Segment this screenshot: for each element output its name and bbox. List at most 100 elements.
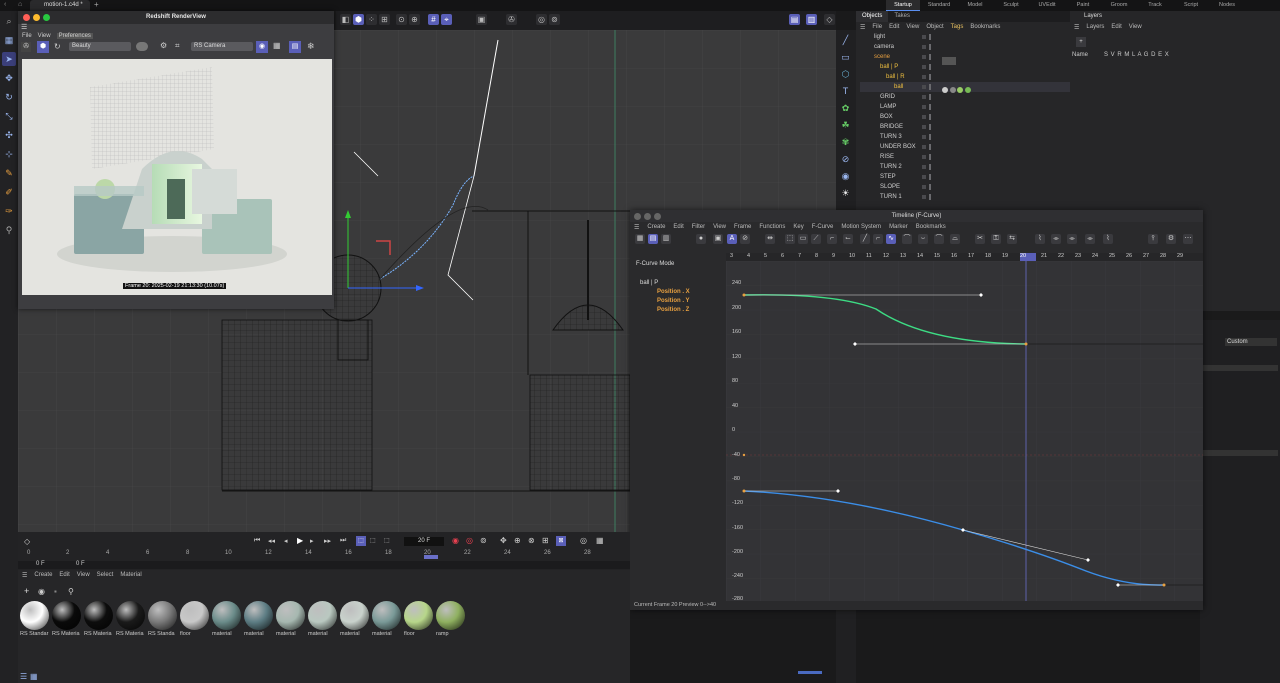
menu-hamburger-icon[interactable]: ☰ [634, 224, 639, 231]
object-row[interactable]: scene [860, 52, 1070, 62]
enable-toggle[interactable] [929, 94, 931, 100]
menu-item[interactable]: F-Curve [812, 224, 834, 230]
dopesheet-icon[interactable]: ▦ [635, 234, 645, 244]
command-icon[interactable]: ▦ [2, 33, 16, 47]
tab-objects[interactable]: Objects [856, 11, 889, 22]
layout-tab[interactable]: Sculpt [994, 0, 1028, 11]
visibility-toggle[interactable] [922, 75, 926, 79]
tangent-unify-icon[interactable]: ⇆ [1007, 234, 1017, 244]
menu-item[interactable]: Functions [759, 224, 785, 230]
frame-ruler[interactable]: 3 4 5 6 7 8 9 10 11 12 13 14 15 16 17 18… [726, 253, 1203, 261]
transform-icon[interactable]: ⊹ [2, 147, 16, 161]
track-row[interactable]: Position . X [657, 289, 690, 295]
prev-frame-icon[interactable]: ◂ [284, 537, 288, 545]
layout-tab[interactable]: Nodes [1210, 0, 1244, 11]
search-icon[interactable]: ⌕ [2, 14, 16, 28]
menu-item[interactable]: Filter [692, 224, 705, 230]
range-bar[interactable]: 0 F 0 F [18, 561, 630, 569]
minimize-icon[interactable] [644, 213, 651, 220]
goto-end-icon[interactable]: ⏭ [340, 537, 346, 545]
grid-icon[interactable]: ▦ [273, 41, 281, 50]
menu-item[interactable]: Edit [673, 224, 683, 230]
material-swatch[interactable] [84, 601, 113, 630]
add-layer-icon[interactable]: + [1076, 37, 1086, 47]
track-row[interactable]: Position . Y [657, 298, 690, 304]
view-icon[interactable]: ◇ [824, 14, 835, 25]
visibility-toggle[interactable] [922, 175, 926, 179]
layout-tab[interactable]: Model [958, 0, 992, 11]
add-tab-icon[interactable]: + [94, 0, 99, 9]
material-swatch[interactable] [116, 601, 145, 630]
snapshot-icon[interactable] [136, 42, 148, 51]
tangent-lock-icon[interactable]: ⚿ [991, 234, 1001, 244]
playhead[interactable] [424, 555, 438, 559]
visibility-toggle[interactable] [922, 85, 926, 89]
enable-toggle[interactable] [929, 84, 931, 90]
material-swatch[interactable] [372, 601, 401, 630]
object-row[interactable]: LAMP [860, 102, 1070, 112]
current-frame-marker[interactable]: 20 [1020, 253, 1036, 261]
menu-item[interactable]: File [22, 33, 32, 39]
object-row[interactable]: TURN 3 [860, 132, 1070, 142]
menu-item[interactable]: Edit [1111, 24, 1121, 30]
timeline-icon[interactable]: ▦ [596, 536, 604, 545]
break-tangent-icon[interactable]: ✂ [975, 234, 985, 244]
select-tool-icon[interactable]: ➤ [2, 52, 16, 66]
axis-lock-icon[interactable]: ⌖ [441, 14, 452, 25]
next-key-icon[interactable]: ▸▸ [324, 537, 331, 545]
visibility-toggle[interactable] [922, 155, 926, 159]
workplane-icon[interactable]: ⊕ [409, 14, 420, 25]
text-icon[interactable]: T [839, 85, 852, 98]
prev-key-icon[interactable]: ◂◂ [268, 537, 275, 545]
keyframe-icon[interactable]: ◇ [24, 537, 30, 546]
render-icon[interactable]: ✇ [506, 14, 517, 25]
enable-toggle[interactable] [929, 104, 931, 110]
key-flat-icon[interactable]: ⌙ [843, 234, 853, 244]
visibility-toggle[interactable] [922, 35, 926, 39]
layout-tab[interactable]: Track [1138, 0, 1172, 11]
rotate-tool-icon[interactable]: ↻ [2, 90, 16, 104]
visibility-toggle[interactable] [922, 115, 926, 119]
key-selection-icon[interactable]: ⊚ [480, 536, 487, 545]
spline-pen-icon[interactable]: ✎ [2, 166, 16, 180]
grid-view-icon[interactable]: ▦ [30, 672, 38, 681]
grid-icon[interactable]: # [428, 14, 439, 25]
settings-icon[interactable]: ⚙ [160, 41, 167, 50]
enable-toggle[interactable] [929, 134, 931, 140]
visibility-toggle[interactable] [922, 185, 926, 189]
menu-hamburger-icon[interactable]: ☰ [860, 24, 865, 31]
visibility-toggle[interactable] [922, 135, 926, 139]
move-tool-icon[interactable]: ✥ [2, 71, 16, 85]
menu-item[interactable]: File [872, 24, 882, 30]
object-row[interactable]: BRIDGE [860, 122, 1070, 132]
timeline-settings-icon[interactable]: ⚙ [1166, 234, 1176, 244]
menu-item[interactable]: Create [34, 572, 52, 578]
timeline-more-icon[interactable]: ⋯ [1183, 234, 1193, 244]
hamburger-icon[interactable]: ☰ [18, 24, 334, 31]
menu-item[interactable]: Select [97, 572, 114, 578]
material-swatch[interactable] [276, 601, 305, 630]
layout-tab[interactable]: Standard [922, 0, 956, 11]
home-icon[interactable]: ⌂ [18, 1, 22, 8]
enable-toggle[interactable] [929, 144, 931, 150]
material-swatch[interactable] [20, 601, 49, 630]
mograph-icon[interactable]: ☘ [839, 119, 852, 132]
deformer-icon[interactable]: ✾ [839, 136, 852, 149]
loop-icon[interactable]: ⬚ [356, 536, 366, 546]
render-settings-icon[interactable]: ◎ [536, 14, 547, 25]
close-icon[interactable] [634, 213, 641, 220]
render-region-icon[interactable]: ▣ [476, 14, 487, 25]
object-row[interactable]: SLOPE [860, 182, 1070, 192]
tangent-icon[interactable]: ⌓ [950, 234, 960, 244]
add-material-icon[interactable]: + [24, 586, 29, 596]
text-a-icon[interactable]: A [727, 234, 737, 244]
scale-tool-icon[interactable]: ⤡ [2, 109, 16, 123]
menu-item[interactable]: View [38, 33, 51, 39]
protection-tag-icon[interactable] [942, 57, 956, 65]
object-row[interactable]: ball | P [860, 62, 1070, 72]
edges-mode-icon[interactable]: ⊞ [379, 14, 390, 25]
close-icon[interactable] [23, 14, 30, 21]
motion-mode-icon[interactable]: ▥ [661, 234, 671, 244]
object-row[interactable]: camera [860, 42, 1070, 52]
range-start[interactable]: 0 F [36, 561, 45, 567]
